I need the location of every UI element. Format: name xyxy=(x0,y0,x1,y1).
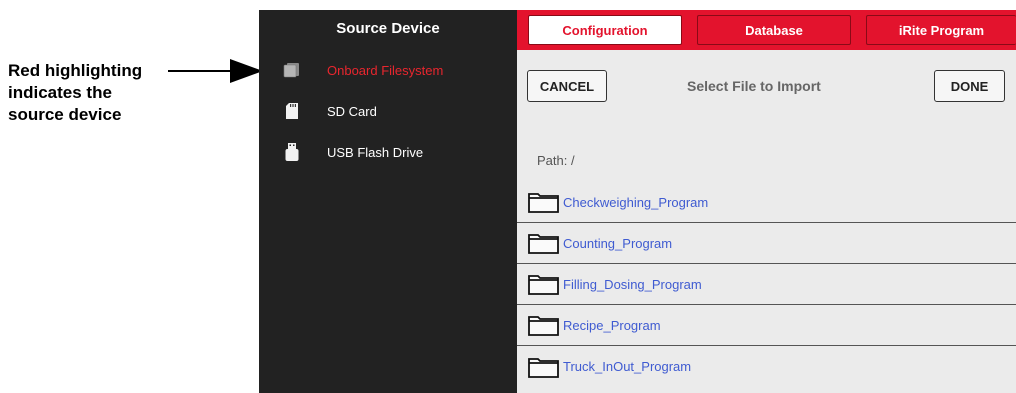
file-list-item[interactable]: Truck_InOut_Program xyxy=(517,346,1016,387)
tab-database[interactable]: Database xyxy=(697,15,851,45)
device-item-label: Onboard Filesystem xyxy=(327,62,444,78)
file-list-item[interactable]: Counting_Program xyxy=(517,223,1016,264)
file-list-item[interactable]: Checkweighing_Program xyxy=(517,182,1016,223)
dialog-title: Select File to Import xyxy=(687,78,821,94)
device-item-label: USB Flash Drive xyxy=(327,144,424,160)
source-device-sidebar: Source Device Onboard Filesystem SD Card xyxy=(259,10,517,393)
folder-icon xyxy=(528,232,559,254)
annotation-callout: Red highlighting indicates the source de… xyxy=(8,60,178,126)
callout-arrow-icon xyxy=(168,59,263,83)
tab-configuration[interactable]: Configuration xyxy=(528,15,682,45)
tab-irite-program[interactable]: iRite Program xyxy=(866,15,1016,45)
folder-icon xyxy=(528,273,559,295)
folder-name: Truck_InOut_Program xyxy=(563,359,692,374)
device-item-label: SD Card xyxy=(327,103,377,119)
folder-name: Filling_Dosing_Program xyxy=(563,276,702,292)
filesystem-icon xyxy=(281,60,303,80)
device-item-sd-card[interactable]: SD Card xyxy=(281,99,377,123)
file-list-item[interactable]: Filling_Dosing_Program xyxy=(517,264,1016,305)
device-item-usb-flash-drive[interactable]: USB Flash Drive xyxy=(281,140,423,164)
folder-name: Counting_Program xyxy=(563,235,673,251)
folder-name: Recipe_Program xyxy=(563,317,661,333)
file-list: Checkweighing_Program Counting_Program F… xyxy=(517,182,1016,387)
folder-name: Checkweighing_Program xyxy=(563,194,709,210)
folder-icon xyxy=(528,191,559,213)
done-button[interactable]: DONE xyxy=(934,70,1005,102)
usb-drive-icon xyxy=(281,142,303,162)
sd-card-icon xyxy=(281,101,303,121)
callout-line: source device xyxy=(8,105,122,124)
tab-bar: Configuration Database iRite Program xyxy=(517,10,1016,50)
callout-line: indicates the xyxy=(8,83,112,102)
current-path: Path: / xyxy=(537,153,575,168)
cancel-button[interactable]: CANCEL xyxy=(527,70,607,102)
callout-line: Red highlighting xyxy=(8,61,143,80)
folder-icon xyxy=(528,356,559,378)
sidebar-title: Source Device xyxy=(336,20,440,37)
folder-icon xyxy=(528,314,559,336)
device-item-onboard-filesystem[interactable]: Onboard Filesystem xyxy=(281,58,443,82)
file-import-panel: Configuration Database iRite Program CAN… xyxy=(517,10,1016,393)
file-list-item[interactable]: Recipe_Program xyxy=(517,305,1016,346)
